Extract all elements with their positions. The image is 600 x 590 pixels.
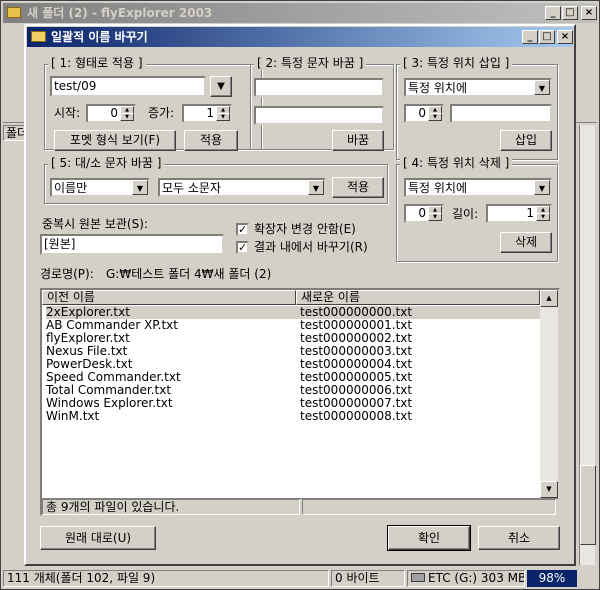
format-apply-button[interactable]: 적용: [184, 130, 238, 151]
delete-legend: [ 4: 특정 위치 삭제 ]: [400, 156, 513, 170]
list-status-bar: 총 9개의 파일이 있습니다.: [42, 498, 558, 515]
outer-titlebar: 새 폴더 (2) - flyExplorer 2003 _ □ ×: [3, 3, 597, 23]
chevron-down-icon[interactable]: ▼: [534, 80, 550, 95]
chevron-down-icon[interactable]: ▼: [308, 180, 324, 195]
rename-dialog: 일괄적 이름 바꾸기 _ □ × [ 1: 형태로 적용 ] test/09 ▼…: [24, 24, 576, 566]
delete-position-spinner[interactable]: 0 ▲ ▼: [404, 204, 444, 223]
delete-position-value: 특정 위치에: [408, 181, 468, 195]
increment-label: 증가:: [148, 106, 175, 120]
replace-button[interactable]: 바꿈: [332, 130, 384, 151]
minimize-icon[interactable]: _: [545, 6, 561, 20]
replace-in-results-label[interactable]: 결과 내에서 바꾸기(R): [254, 239, 368, 255]
delete-position-number: 0: [418, 206, 426, 220]
length-label: 길이:: [452, 207, 479, 221]
path-value: G:₩테스트 폴더 4₩새 폴더 (2): [106, 267, 272, 281]
backup-label: 중복시 원본 보관(S):: [42, 217, 148, 231]
folder-open-icon: [31, 31, 46, 42]
scroll-thumb[interactable]: [580, 465, 596, 545]
outer-scrollbar[interactable]: [579, 125, 596, 565]
dialog-close-icon[interactable]: ×: [557, 30, 573, 44]
outer-title: 새 폴더 (2) - flyExplorer 2003: [27, 6, 213, 20]
chevron-down-icon[interactable]: ▼: [540, 481, 558, 498]
delete-position-select[interactable]: 특정 위치에 ▼: [404, 178, 552, 197]
insert-position-number: 0: [418, 106, 426, 120]
case-legend: [ 5: 대/소 문자 바꿈 ]: [48, 156, 165, 170]
keep-extension-label[interactable]: 확장자 변경 안함(E): [254, 221, 356, 237]
restore-button[interactable]: 원래 대로(U): [40, 526, 156, 550]
replace-in-results-checkbox[interactable]: ✓: [236, 241, 249, 254]
spin-down-icon[interactable]: ▼: [428, 213, 442, 221]
dialog-titlebar: 일괄적 이름 바꾸기 _ □ ×: [27, 27, 573, 47]
chevron-down-icon[interactable]: ▼: [132, 180, 148, 195]
pattern-dropdown-button[interactable]: ▼: [210, 76, 232, 97]
replace-input[interactable]: [254, 106, 384, 125]
find-input[interactable]: [254, 78, 384, 97]
drive-icon: [411, 573, 425, 582]
table-row[interactable]: Windows Explorer.txt test000000007.txt: [46, 397, 540, 410]
path-label: 경로명(P):: [40, 267, 94, 281]
column-header-new[interactable]: 새로운 이름: [296, 290, 540, 305]
close-icon[interactable]: ×: [581, 6, 597, 20]
increment-value: 1: [206, 106, 214, 120]
length-spinner[interactable]: 1 ▲ ▼: [486, 204, 552, 223]
list-status-text: 총 9개의 파일이 있습니다.: [42, 499, 300, 515]
case-mode-select[interactable]: 모두 소문자 ▼: [158, 178, 326, 197]
case-mode-value: 모두 소문자: [162, 181, 222, 195]
list-scrollbar[interactable]: ▲ ▼: [540, 290, 558, 498]
spin-down-icon[interactable]: ▼: [216, 113, 230, 121]
file-rows: 2xExplorer.txt test000000000.txt AB Comma…: [46, 306, 540, 423]
ok-button[interactable]: 확인: [387, 525, 471, 551]
start-spinner[interactable]: 0 ▲ ▼: [86, 104, 136, 123]
insert-button[interactable]: 삽입: [500, 130, 552, 151]
status-progress: 98%: [527, 570, 577, 587]
increment-spinner[interactable]: 1 ▲ ▼: [182, 104, 232, 123]
keep-extension-checkbox[interactable]: ✓: [236, 223, 249, 236]
file-list[interactable]: 이전 이름 새로운 이름 ▲ ▼ 2xExplorer.txt test00000…: [40, 288, 560, 516]
insert-position-value: 특정 위치에: [408, 81, 468, 95]
status-drive: ETC (G:) 303 MB: [407, 570, 525, 587]
chevron-up-icon[interactable]: ▲: [540, 290, 558, 307]
insert-position-spinner[interactable]: 0 ▲ ▼: [404, 104, 444, 123]
case-scope-select[interactable]: 이름만 ▼: [50, 178, 150, 197]
cancel-button[interactable]: 취소: [478, 526, 560, 550]
spin-down-icon[interactable]: ▼: [428, 113, 442, 121]
chevron-down-icon[interactable]: ▼: [534, 180, 550, 195]
insert-position-select[interactable]: 특정 위치에 ▼: [404, 78, 552, 97]
spin-down-icon[interactable]: ▼: [120, 113, 134, 121]
column-header-old[interactable]: 이전 이름: [42, 290, 296, 305]
backup-input[interactable]: [원본]: [40, 234, 224, 255]
spin-down-icon[interactable]: ▼: [536, 213, 550, 221]
folder-icon: [7, 7, 21, 18]
dialog-title: 일괄적 이름 바꾸기: [51, 30, 148, 44]
insert-legend: [ 3: 특정 위치 삽입 ]: [400, 56, 513, 70]
format-view-button[interactable]: 포멧 형식 보기(F): [54, 130, 176, 151]
table-row[interactable]: WinM.txt test000000008.txt: [46, 410, 540, 423]
start-value: 0: [110, 106, 118, 120]
replace-legend: [ 2: 특정 문자 바꿈 ]: [254, 56, 367, 70]
dialog-maximize-icon[interactable]: □: [539, 30, 555, 44]
check-icon: ✓: [238, 241, 248, 254]
start-label: 시작:: [54, 106, 81, 120]
dialog-minimize-icon[interactable]: _: [522, 30, 538, 44]
pattern-input[interactable]: test/09: [50, 76, 206, 97]
list-status-empty: [302, 499, 556, 515]
insert-text-input[interactable]: [450, 104, 552, 123]
length-value: 1: [526, 206, 534, 220]
case-scope-value: 이름만: [54, 181, 88, 195]
maximize-icon[interactable]: □: [562, 6, 578, 20]
status-objects: 111 개체(폴더 102, 파일 9): [3, 570, 329, 587]
format-legend: [ 1: 형태로 적용 ]: [48, 56, 146, 70]
case-apply-button[interactable]: 적용: [332, 177, 384, 198]
status-size: 0 바이트: [331, 570, 405, 587]
check-icon: ✓: [238, 223, 248, 236]
delete-button[interactable]: 삭제: [500, 232, 552, 253]
